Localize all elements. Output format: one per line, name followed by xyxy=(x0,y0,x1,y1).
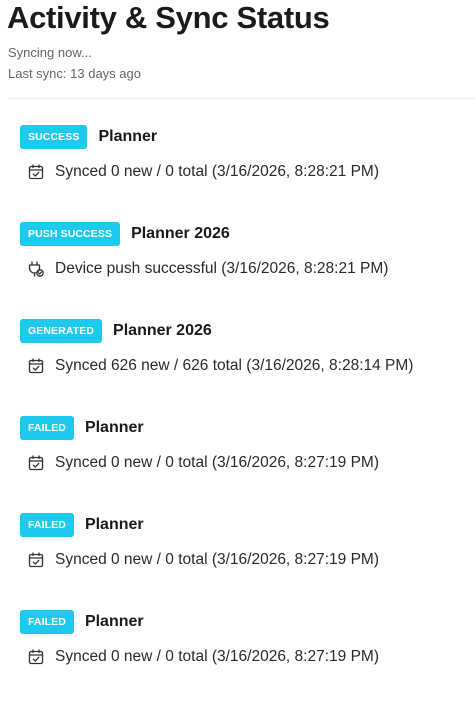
activity-entry-title: Planner xyxy=(84,613,144,630)
status-badge: FAILED xyxy=(20,416,74,440)
activity-entry-header: FAILED Planner xyxy=(20,414,144,442)
calendar-check-icon xyxy=(27,163,45,181)
activity-entry-detail: Synced 0 new / 0 total (3/16/2026, 8:27:… xyxy=(27,452,379,474)
activity-entry-detail-text: Device push successful (3/16/2026, 8:28:… xyxy=(55,260,389,277)
activity-entry-detail-text: Synced 0 new / 0 total (3/16/2026, 8:28:… xyxy=(55,163,379,180)
activity-entry-header: SUCCESS Planner xyxy=(20,123,157,151)
calendar-check-icon xyxy=(27,648,45,666)
status-badge: SUCCESS xyxy=(20,125,88,149)
activity-entry-detail-text: Synced 0 new / 0 total (3/16/2026, 8:27:… xyxy=(55,648,379,665)
activity-entry-detail: Synced 626 new / 626 total (3/16/2026, 8… xyxy=(27,355,413,377)
plug-check-icon xyxy=(27,260,45,278)
page-title: Activity & Sync Status xyxy=(7,0,330,35)
activity-entry-detail: Synced 0 new / 0 total (3/16/2026, 8:27:… xyxy=(27,549,379,571)
activity-entry-title: Planner xyxy=(84,516,144,533)
activity-entry-header: PUSH SUCCESS Planner 2026 xyxy=(20,220,230,248)
last-sync-text: Last sync: 13 days ago xyxy=(8,66,141,81)
activity-entry-header: FAILED Planner xyxy=(20,608,144,636)
activity-entry-detail: Device push successful (3/16/2026, 8:28:… xyxy=(27,258,388,280)
calendar-check-icon xyxy=(27,357,45,375)
activity-entry-detail: Synced 0 new / 0 total (3/16/2026, 8:27:… xyxy=(27,646,379,668)
activity-entry-detail-text: Synced 0 new / 0 total (3/16/2026, 8:27:… xyxy=(55,551,379,568)
activity-entry-header: GENERATED Planner 2026 xyxy=(20,317,212,345)
activity-entry-detail: Synced 0 new / 0 total (3/16/2026, 8:28:… xyxy=(27,161,379,183)
activity-entry-title: Planner xyxy=(98,128,158,145)
calendar-check-icon xyxy=(27,454,45,472)
activity-entry-header: FAILED Planner xyxy=(20,511,144,539)
status-badge: FAILED xyxy=(20,513,74,537)
activity-entry-detail-text: Synced 0 new / 0 total (3/16/2026, 8:27:… xyxy=(55,454,379,471)
activity-entry-title: Planner xyxy=(84,419,144,436)
status-badge: GENERATED xyxy=(20,319,103,343)
status-badge: FAILED xyxy=(20,610,74,634)
status-badge: PUSH SUCCESS xyxy=(20,222,121,246)
activity-entry-title: Planner 2026 xyxy=(113,322,212,339)
header-divider xyxy=(8,98,475,99)
activity-entry-title: Planner 2026 xyxy=(131,225,230,242)
calendar-check-icon xyxy=(27,551,45,569)
activity-entry-detail-text: Synced 626 new / 626 total (3/16/2026, 8… xyxy=(55,357,414,374)
sync-status-text: Syncing now... xyxy=(8,45,92,60)
